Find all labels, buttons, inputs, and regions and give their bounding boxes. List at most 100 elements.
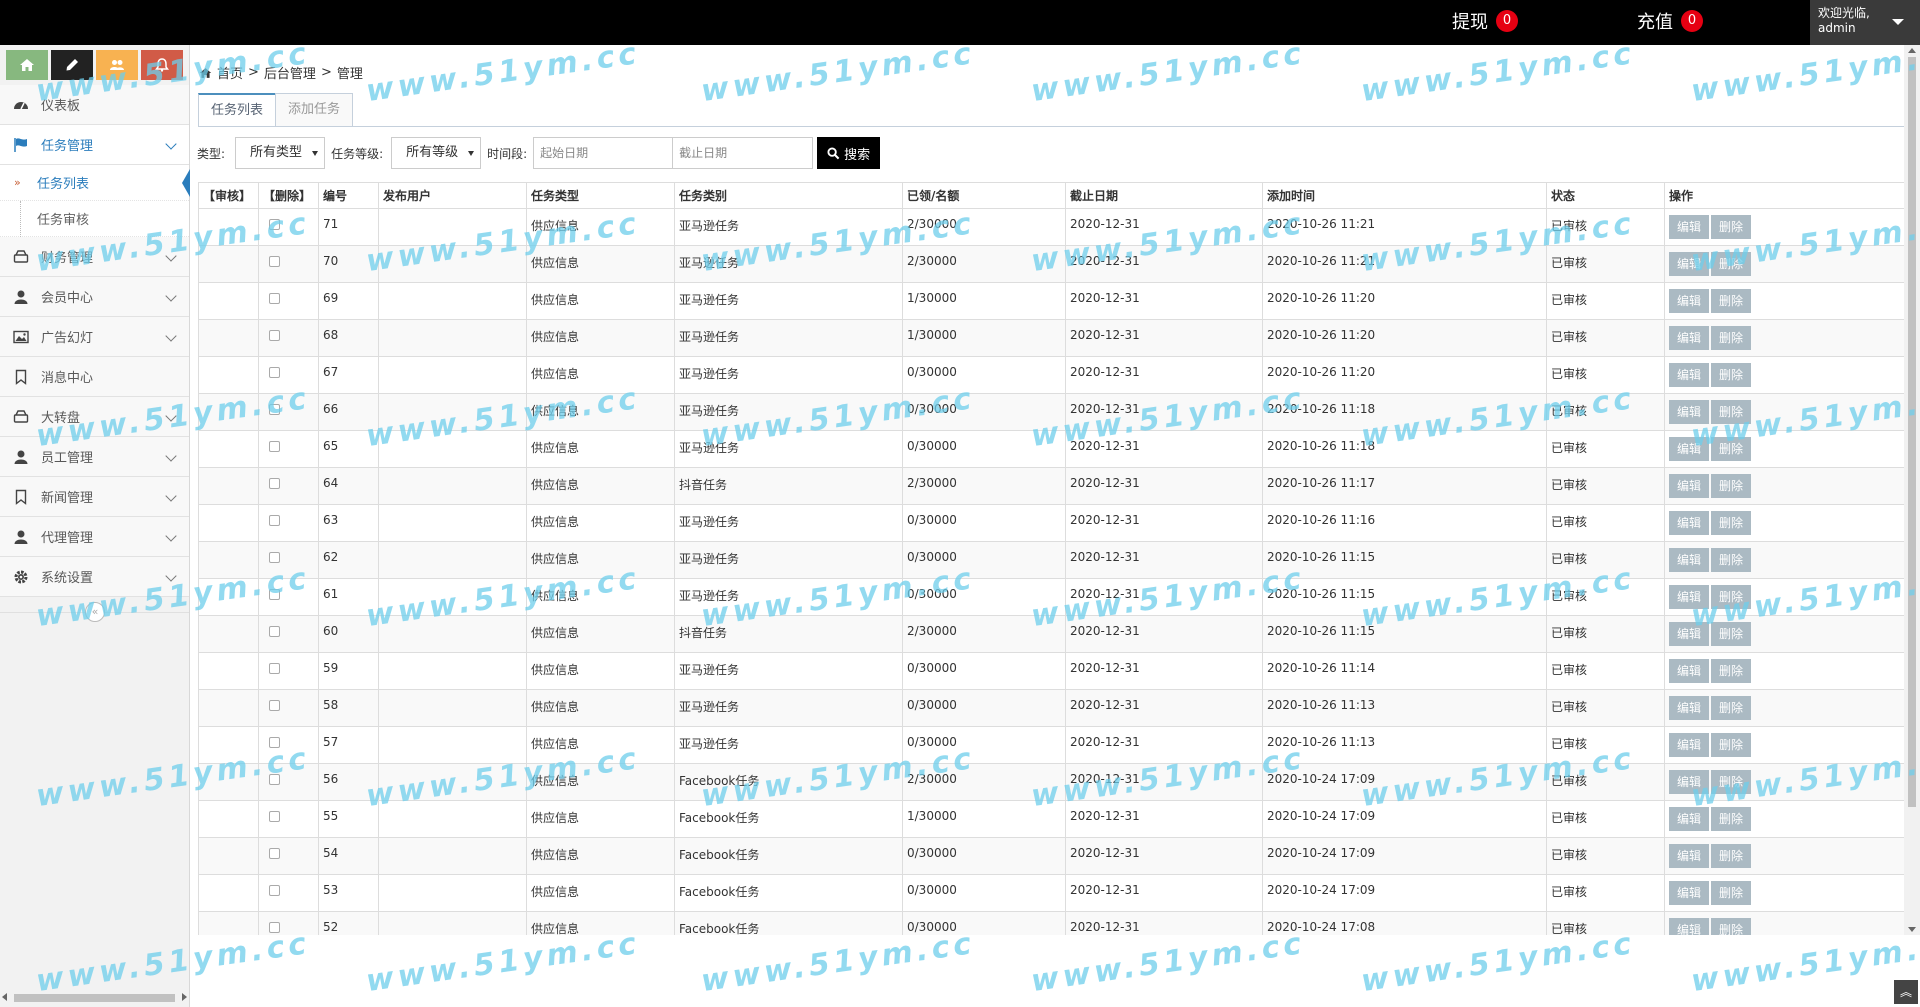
row-delete-checkbox[interactable] (269, 293, 280, 304)
sidebar-subitem-task-review[interactable]: 任务审核 (0, 201, 189, 237)
row-delete-checkbox[interactable] (269, 848, 280, 859)
sidebar-item-staff[interactable]: 员工管理 (0, 437, 189, 477)
row-delete-checkbox[interactable] (269, 256, 280, 267)
scrollbar-thumb[interactable] (1908, 57, 1916, 807)
delete-button[interactable]: 删除 (1711, 881, 1751, 905)
sidebar-item-lucky-wheel[interactable]: 大转盘 (0, 397, 189, 437)
task-table-container[interactable]: 【审核】 【删除】 编号 发布用户 任务类型 任务类别 已领/名额 截止日期 添… (198, 182, 1904, 935)
row-delete-checkbox[interactable] (269, 330, 280, 341)
edit-button[interactable]: 编辑 (1669, 696, 1709, 720)
shortcut-edit-button[interactable] (51, 50, 93, 80)
back-to-top-button[interactable]: ︽ (1894, 980, 1918, 1004)
shortcut-users-button[interactable] (96, 50, 138, 80)
search-button[interactable]: 搜索 (817, 137, 881, 169)
delete-button[interactable]: 删除 (1711, 696, 1751, 720)
edit-button[interactable]: 编辑 (1669, 289, 1709, 313)
row-delete-checkbox[interactable] (269, 737, 280, 748)
delete-button[interactable]: 删除 (1711, 215, 1751, 239)
scroll-left-arrow-icon[interactable] (2, 993, 7, 1001)
row-delete-checkbox[interactable] (269, 404, 280, 415)
row-delete-checkbox[interactable] (269, 219, 280, 230)
edit-button[interactable]: 编辑 (1669, 807, 1709, 831)
delete-button[interactable]: 删除 (1711, 585, 1751, 609)
delete-button[interactable]: 删除 (1711, 511, 1751, 535)
row-delete-checkbox[interactable] (269, 663, 280, 674)
scrollbar-thumb[interactable] (14, 994, 175, 1002)
edit-button[interactable]: 编辑 (1669, 326, 1709, 350)
tab-add-task[interactable]: 添加任务 (275, 93, 354, 127)
main-vertical-scrollbar[interactable] (1904, 45, 1920, 935)
row-delete-checkbox[interactable] (269, 552, 280, 563)
header-delete[interactable]: 【删除】 (258, 182, 319, 209)
edit-button[interactable]: 编辑 (1669, 770, 1709, 794)
row-delete-checkbox[interactable] (269, 700, 280, 711)
row-delete-checkbox[interactable] (269, 367, 280, 378)
sidebar-item-members[interactable]: 会员中心 (0, 277, 189, 317)
delete-button[interactable]: 删除 (1711, 844, 1751, 868)
start-date-input[interactable]: 起始日期 (533, 137, 674, 169)
delete-button[interactable]: 删除 (1711, 400, 1751, 424)
row-delete-checkbox[interactable] (269, 922, 280, 933)
sidebar-item-agents[interactable]: 代理管理 (0, 517, 189, 557)
edit-button[interactable]: 编辑 (1669, 585, 1709, 609)
edit-button[interactable]: 编辑 (1669, 918, 1709, 935)
row-delete-checkbox[interactable] (269, 478, 280, 489)
edit-button[interactable]: 编辑 (1669, 881, 1709, 905)
type-select[interactable]: 所有类型 (235, 137, 326, 169)
sidebar-item-news[interactable]: 新闻管理 (0, 477, 189, 517)
delete-button[interactable]: 删除 (1711, 363, 1751, 387)
delete-button[interactable]: 删除 (1711, 437, 1751, 461)
level-select[interactable]: 所有等级 (391, 137, 482, 169)
sidebar-item-finance[interactable]: 财务管理 (0, 237, 189, 277)
edit-button[interactable]: 编辑 (1669, 659, 1709, 683)
row-delete-checkbox[interactable] (269, 515, 280, 526)
edit-button[interactable]: 编辑 (1669, 622, 1709, 646)
end-date-input[interactable]: 截止日期 (673, 137, 814, 169)
edit-button[interactable]: 编辑 (1669, 400, 1709, 424)
delete-button[interactable]: 删除 (1711, 252, 1751, 276)
delete-button[interactable]: 删除 (1711, 326, 1751, 350)
row-delete-checkbox[interactable] (269, 774, 280, 785)
sidebar-horizontal-scrollbar[interactable] (2, 990, 187, 1004)
delete-button[interactable]: 删除 (1711, 918, 1751, 935)
sidebar-item-task-management[interactable]: 任务管理 (0, 125, 189, 165)
delete-button[interactable]: 删除 (1711, 659, 1751, 683)
sidebar-subitem-task-list[interactable]: » 任务列表 (0, 165, 190, 201)
tab-task-list[interactable]: 任务列表 (198, 93, 277, 127)
sidebar-item-messages[interactable]: 消息中心 (0, 357, 189, 397)
scroll-down-arrow-icon[interactable] (1908, 927, 1916, 932)
shortcut-home-button[interactable] (6, 50, 48, 80)
edit-button[interactable]: 编辑 (1669, 363, 1709, 387)
sidebar-item-dashboard[interactable]: 仪表板 (0, 85, 189, 125)
row-delete-checkbox[interactable] (269, 441, 280, 452)
user-menu[interactable]: 欢迎光临, admin (1810, 0, 1920, 45)
edit-button[interactable]: 编辑 (1669, 733, 1709, 757)
row-delete-checkbox[interactable] (269, 885, 280, 896)
row-delete-checkbox[interactable] (269, 811, 280, 822)
delete-button[interactable]: 删除 (1711, 474, 1751, 498)
delete-button[interactable]: 删除 (1711, 622, 1751, 646)
row-delete-checkbox[interactable] (269, 589, 280, 600)
sidebar-collapse-button[interactable]: « (85, 602, 105, 622)
delete-button[interactable]: 删除 (1711, 289, 1751, 313)
edit-button[interactable]: 编辑 (1669, 252, 1709, 276)
delete-button[interactable]: 删除 (1711, 807, 1751, 831)
scroll-right-arrow-icon[interactable] (182, 993, 187, 1001)
edit-button[interactable]: 编辑 (1669, 844, 1709, 868)
shortcut-bell-button[interactable] (141, 50, 183, 80)
sidebar-item-ad-slides[interactable]: 广告幻灯 (0, 317, 189, 357)
withdraw-notification[interactable]: 提现 0 (1452, 8, 1518, 34)
row-delete-checkbox[interactable] (269, 626, 280, 637)
sidebar-item-system-settings[interactable]: 系统设置 (0, 557, 189, 597)
breadcrumb-home[interactable]: 首页 (217, 63, 243, 82)
edit-button[interactable]: 编辑 (1669, 474, 1709, 498)
delete-button[interactable]: 删除 (1711, 770, 1751, 794)
breadcrumb-backend[interactable]: 后台管理 (264, 63, 316, 82)
edit-button[interactable]: 编辑 (1669, 548, 1709, 572)
edit-button[interactable]: 编辑 (1669, 437, 1709, 461)
edit-button[interactable]: 编辑 (1669, 511, 1709, 535)
edit-button[interactable]: 编辑 (1669, 215, 1709, 239)
scroll-up-arrow-icon[interactable] (1908, 48, 1916, 53)
header-review[interactable]: 【审核】 (198, 182, 259, 209)
delete-button[interactable]: 删除 (1711, 548, 1751, 572)
